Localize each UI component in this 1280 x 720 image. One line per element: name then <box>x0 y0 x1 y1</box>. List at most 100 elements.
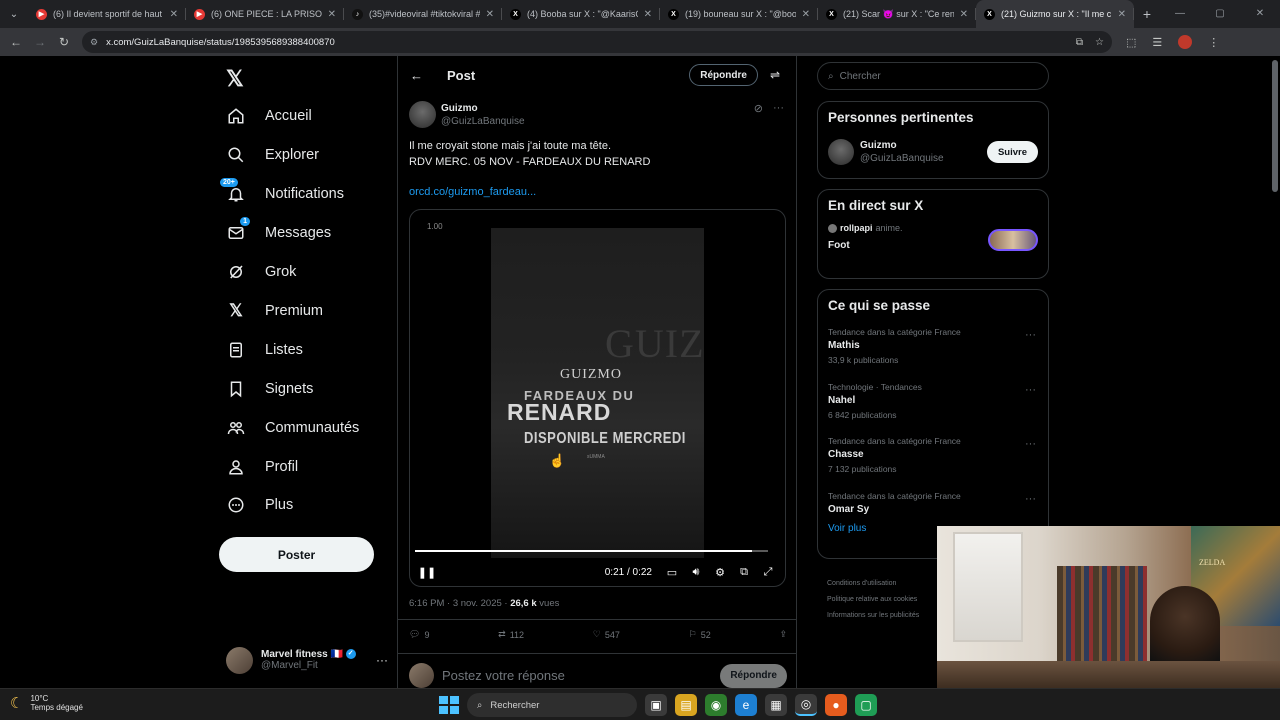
nav-item-lists[interactable]: Listes <box>226 335 303 365</box>
person-name[interactable]: Guizmo <box>860 140 944 151</box>
firefox-icon[interactable]: ● <box>825 694 847 716</box>
forward-icon[interactable]: → <box>28 35 52 49</box>
browser-tab[interactable]: X (21) Scar 😈 sur X : "Ce renoi d ✕ <box>818 0 976 28</box>
post-button[interactable]: Poster <box>219 537 374 572</box>
nav-item-bookmarks[interactable]: Signets <box>226 374 313 404</box>
nav-item-profile[interactable]: Profil <box>226 452 298 482</box>
account-switcher[interactable]: Marvel fitness 🇫🇷 ✓ @Marvel_Fit ··· <box>226 642 396 678</box>
more-dots-icon[interactable]: ··· <box>376 653 388 667</box>
minimize-icon[interactable]: — <box>1160 0 1200 28</box>
trend-item[interactable]: Tendance dans la catégorie France Chasse… <box>828 428 1038 483</box>
grok-icon[interactable]: ⊘ <box>754 102 763 115</box>
extensions-icon[interactable]: ⬚ <box>1126 36 1136 49</box>
author-handle[interactable]: @GuizLaBanquise <box>441 116 525 127</box>
bookmark-star-icon[interactable]: ☆ <box>1095 37 1104 48</box>
filter-icon[interactable]: ⇌ <box>770 68 780 82</box>
more-dots-icon[interactable]: ··· <box>1025 438 1036 450</box>
tab-close-icon[interactable]: ✕ <box>960 9 968 20</box>
post-author[interactable]: Guizmo @GuizLaBanquise <box>409 101 525 128</box>
tab-search-icon[interactable]: ⌄ <box>0 9 28 20</box>
back-arrow-icon[interactable]: ← <box>410 68 423 83</box>
tab-close-icon[interactable]: ✕ <box>328 9 336 20</box>
search-input[interactable]: ⌕ Chercher <box>817 62 1049 90</box>
nav-item-notifications[interactable]: 20+ Notifications <box>220 178 344 209</box>
browser-tab[interactable]: X (4) Booba sur X : "@KaarisOffic ✕ <box>502 0 660 28</box>
browser-tab[interactable]: X (19) bouneau sur X : "@booba ✕ <box>660 0 818 28</box>
close-window-icon[interactable]: ✕ <box>1240 0 1280 28</box>
app-icon[interactable]: ▢ <box>855 694 877 716</box>
nav-item-explore[interactable]: Explorer <box>226 140 319 170</box>
nvidia-icon[interactable]: ◉ <box>705 694 727 716</box>
file-explorer-icon[interactable]: ▤ <box>675 694 697 716</box>
browser-tab[interactable]: ♪ (35)#videoviral #tiktokviral #he ✕ <box>344 0 502 28</box>
captions-icon[interactable]: ▭ <box>660 566 684 579</box>
avatar[interactable] <box>409 101 436 128</box>
nav-item-messages[interactable]: 1 Messages <box>226 217 331 248</box>
x-logo-icon[interactable]: 𝕏 <box>226 66 244 92</box>
footer-link[interactable]: Informations sur les publicités <box>827 608 919 624</box>
repost-action[interactable]: ⇄ 112 <box>498 629 524 640</box>
volume-icon[interactable]: 🔊︎ <box>684 566 708 579</box>
reply-input[interactable]: Postez votre réponse <box>442 668 565 683</box>
nav-item-communities[interactable]: Communautés <box>226 413 359 443</box>
tab-close-icon[interactable]: ✕ <box>486 9 494 20</box>
fullscreen-icon[interactable]: ⤢ <box>756 566 780 579</box>
windows-start-icon[interactable] <box>437 694 459 716</box>
reload-icon[interactable]: ↻ <box>52 35 76 49</box>
chrome-icon[interactable]: ◎ <box>795 694 817 716</box>
post-link[interactable]: orcd.co/guizmo_fardeau... <box>409 186 536 198</box>
tab-close-icon[interactable]: ✕ <box>802 9 810 20</box>
post-timestamp[interactable]: 6:16 PM · 3 nov. 2025 · <box>409 598 510 609</box>
share-action[interactable]: ⇪ <box>779 629 787 640</box>
more-dots-icon[interactable]: ··· <box>1025 329 1036 341</box>
nav-item-premium[interactable]: 𝕏 Premium <box>226 296 323 326</box>
new-tab-button[interactable]: + <box>1134 6 1160 22</box>
maximize-icon[interactable]: ▢ <box>1200 0 1240 28</box>
task-view-icon[interactable]: ▣ <box>645 694 667 716</box>
live-stream[interactable]: Foot <box>828 229 1038 251</box>
like-action[interactable]: ♡ 547 <box>593 629 620 640</box>
browser-menu-icon[interactable]: ⋮ <box>1208 36 1219 49</box>
more-dots-icon[interactable]: ··· <box>773 102 784 115</box>
follow-button[interactable]: Suivre <box>986 141 1038 163</box>
video-player[interactable]: 1.00 GUIZ GUIZMO FARDEAUX DU RENARD DISP… <box>409 209 786 587</box>
tab-close-icon[interactable]: ✕ <box>644 9 652 20</box>
taskbar-search[interactable]: ⌕ Rechercher <box>467 693 637 717</box>
tab-close-icon[interactable]: ✕ <box>1118 9 1126 20</box>
avatar[interactable] <box>828 139 854 165</box>
settings-gear-icon[interactable]: ⚙ <box>708 566 732 579</box>
reading-list-icon[interactable]: ☰ <box>1152 36 1162 49</box>
install-app-icon[interactable]: ⧉ <box>1076 37 1083 48</box>
relevant-person[interactable]: Guizmo @GuizLaBanquise Suivre <box>828 139 1038 165</box>
store-icon[interactable]: ▦ <box>765 694 787 716</box>
reply-submit-button[interactable]: Répondre <box>720 663 787 688</box>
browser-tab[interactable]: ▶ (6) ONE PIECE : LA PRISON D'E ✕ <box>186 0 344 28</box>
trend-item[interactable]: Tendance dans la catégorie France Mathis… <box>828 319 1038 374</box>
trend-item[interactable]: Tendance dans la catégorie France Omar S… <box>828 483 1038 515</box>
pause-icon[interactable]: ❚❚ <box>415 566 439 579</box>
video-progress-bar[interactable] <box>415 550 768 552</box>
address-bar[interactable]: ⚙ x.com/GuizLaBanquise/status/1985395689… <box>82 31 1112 53</box>
bookmark-action[interactable]: ⚐ 52 <box>689 629 711 640</box>
site-info-icon[interactable]: ⚙ <box>90 37 98 48</box>
profile-avatar[interactable] <box>1178 35 1193 49</box>
author-name[interactable]: Guizmo <box>441 103 525 114</box>
pip-icon[interactable]: ⧉ <box>732 566 756 579</box>
back-icon[interactable]: ← <box>4 35 28 49</box>
reply-button[interactable]: Répondre <box>689 64 758 86</box>
tab-close-icon[interactable]: ✕ <box>170 9 178 20</box>
browser-tab[interactable]: ▶ (6) Il devient sportif de haut niv ✕ <box>28 0 186 28</box>
footer-link[interactable]: Politique relative aux cookies <box>827 592 919 608</box>
footer-link[interactable]: Conditions d'utilisation <box>827 576 919 592</box>
edge-icon[interactable]: e <box>735 694 757 716</box>
nav-item-home[interactable]: Accueil <box>226 101 312 131</box>
weather-widget[interactable]: ☾ 10°C Temps dégagé <box>10 694 83 712</box>
scrollbar-thumb[interactable] <box>1272 60 1278 192</box>
more-dots-icon[interactable]: ··· <box>1025 384 1036 396</box>
nav-item-grok[interactable]: Grok <box>226 257 296 287</box>
more-dots-icon[interactable]: ··· <box>1025 493 1036 505</box>
browser-tab[interactable]: X (21) Guizmo sur X : "Il me c ✕ <box>976 0 1134 28</box>
trend-item[interactable]: Technologie · Tendances Nahel 6 842 publ… <box>828 374 1038 429</box>
reply-action[interactable]: 💬︎ 9 <box>409 629 429 640</box>
nav-item-more[interactable]: Plus <box>226 490 293 520</box>
